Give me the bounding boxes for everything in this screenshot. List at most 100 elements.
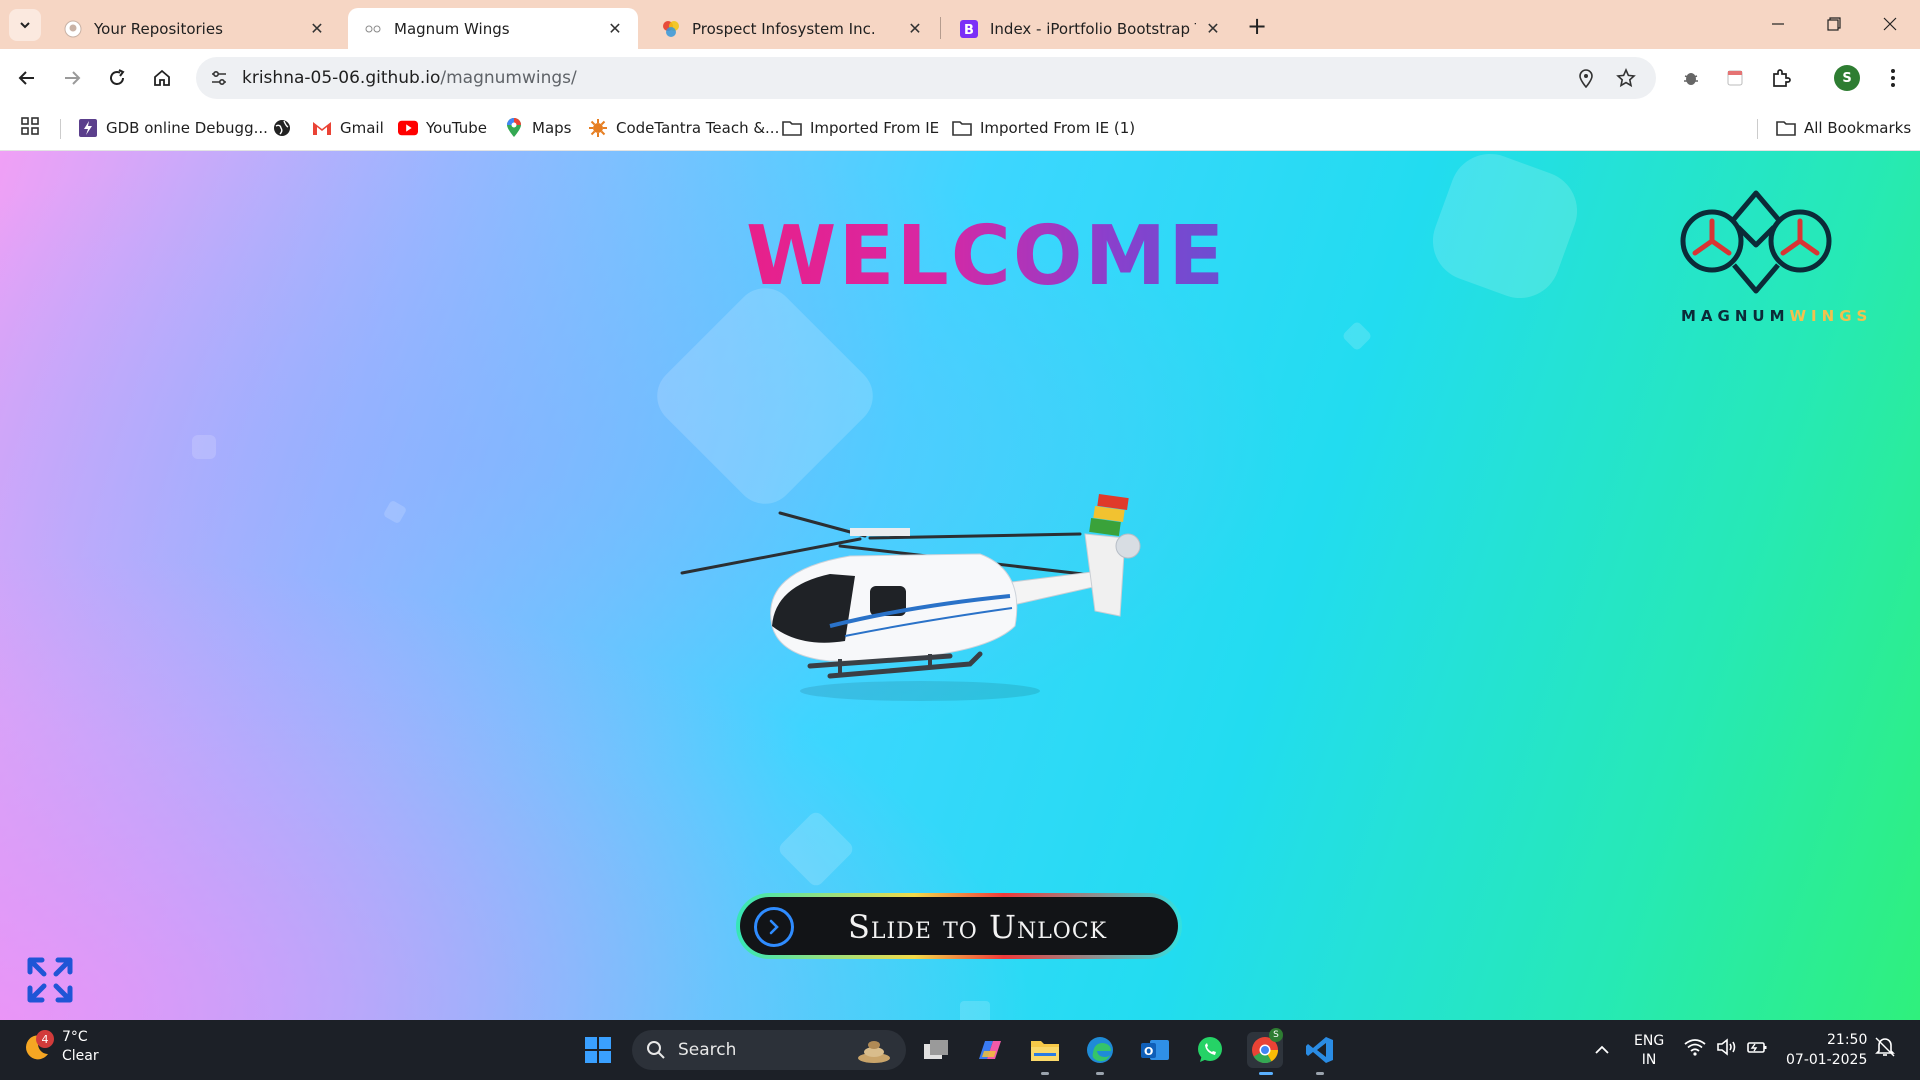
profile-avatar[interactable]: S bbox=[1834, 65, 1860, 91]
language-indicator[interactable]: ENG IN bbox=[1634, 1032, 1664, 1070]
outlook-icon: O bbox=[1141, 1040, 1169, 1060]
tab-magnum-wings[interactable]: Magnum Wings ✕ bbox=[348, 8, 638, 49]
bookmark-folder-ie-1[interactable]: Imported From IE (1) bbox=[952, 116, 1135, 140]
tab-separator bbox=[940, 17, 941, 39]
chrome-button[interactable]: S bbox=[1247, 1028, 1283, 1068]
bug-extension-icon[interactable] bbox=[1674, 61, 1708, 95]
extensions-puzzle-icon[interactable] bbox=[1764, 61, 1798, 95]
tab-search-button[interactable] bbox=[9, 9, 41, 41]
back-button[interactable] bbox=[10, 61, 44, 95]
folder-icon bbox=[1031, 1041, 1059, 1061]
slide-to-unlock-slider[interactable]: Slide to Unlock bbox=[736, 893, 1182, 959]
globe-icon bbox=[272, 118, 292, 138]
more-menu-icon[interactable] bbox=[1876, 61, 1910, 95]
all-bookmarks-button[interactable]: All Bookmarks bbox=[1776, 116, 1911, 140]
bookmark-gdb[interactable]: GDB online Debugg... bbox=[78, 116, 268, 140]
bookmark-globe[interactable] bbox=[272, 116, 300, 140]
bookmark-label: Maps bbox=[532, 119, 572, 137]
search-label: Search bbox=[678, 1040, 737, 1060]
slider-label: Slide to Unlock bbox=[848, 908, 1108, 946]
wifi-icon[interactable] bbox=[1684, 1038, 1706, 1060]
battery-icon[interactable] bbox=[1746, 1038, 1768, 1060]
vscode-icon bbox=[1306, 1037, 1333, 1063]
bookmark-youtube[interactable]: YouTube bbox=[398, 116, 487, 140]
logo-wordmark: MAGNUMWINGS bbox=[1681, 307, 1872, 325]
codetantra-icon bbox=[588, 118, 608, 138]
bookmarks-divider bbox=[60, 119, 61, 139]
forward-button[interactable] bbox=[55, 61, 89, 95]
background-shape bbox=[776, 809, 856, 889]
tab-prospect-infosystem[interactable]: Prospect Infosystem Inc. ✕ bbox=[646, 8, 938, 49]
taskbar-search[interactable]: Search bbox=[632, 1030, 906, 1070]
start-button[interactable] bbox=[580, 1032, 616, 1068]
bookmark-folder-ie[interactable]: Imported From IE bbox=[782, 116, 939, 140]
magnum-wings-logo-icon bbox=[1680, 190, 1832, 294]
github-icon bbox=[64, 20, 82, 38]
tune-icon bbox=[212, 70, 226, 86]
page-viewport: WELCOME MAGNUMWINGS Slide to Unlock bbox=[0, 151, 1920, 1020]
tab-iportfolio[interactable]: B Index - iPortfolio Bootstrap Tem ✕ bbox=[944, 8, 1236, 49]
helicopter-image bbox=[680, 493, 1141, 701]
bookmark-star-icon[interactable] bbox=[1614, 66, 1638, 90]
folder-icon bbox=[1776, 118, 1796, 138]
restore-button[interactable] bbox=[1814, 8, 1854, 40]
outlook-button[interactable]: O bbox=[1137, 1032, 1173, 1068]
location-icon[interactable] bbox=[1574, 66, 1598, 90]
tab-your-repositories[interactable]: Your Repositories ✕ bbox=[48, 8, 340, 49]
edge-icon bbox=[1087, 1037, 1113, 1063]
bookmarks-bar: GDB online Debugg... Gmail YouTube Maps … bbox=[0, 106, 1920, 151]
address-bar[interactable]: krishna-05-06.github.io/magnumwings/ bbox=[196, 57, 1656, 99]
task-view-button[interactable] bbox=[918, 1032, 954, 1068]
edge-button[interactable] bbox=[1082, 1032, 1118, 1068]
bookmark-maps[interactable]: Maps bbox=[504, 116, 571, 140]
vscode-button[interactable] bbox=[1302, 1032, 1338, 1068]
whatsapp-button[interactable] bbox=[1192, 1032, 1228, 1068]
new-tab-button[interactable]: + bbox=[1243, 12, 1271, 40]
calendar-extension-icon[interactable] bbox=[1718, 61, 1752, 95]
weather-badge: 4 bbox=[36, 1030, 54, 1048]
system-clock[interactable]: 21:50 07-01-2025 bbox=[1786, 1030, 1867, 1070]
fullscreen-expand-icon[interactable] bbox=[26, 956, 74, 1004]
weather-widget[interactable]: 4 7°C Clear bbox=[22, 1028, 99, 1066]
task-view-icon bbox=[924, 1040, 948, 1059]
weather-description: Clear bbox=[62, 1048, 99, 1064]
minimize-button[interactable] bbox=[1758, 8, 1798, 40]
apps-grid-icon bbox=[20, 116, 40, 140]
close-icon[interactable]: ✕ bbox=[906, 19, 924, 38]
bookmarks-divider bbox=[1757, 119, 1758, 139]
home-button[interactable] bbox=[145, 61, 179, 95]
file-explorer-button[interactable] bbox=[1027, 1032, 1063, 1068]
close-icon[interactable]: ✕ bbox=[1204, 19, 1222, 38]
search-highlight-icon bbox=[858, 1041, 890, 1063]
chrome-profile-badge: S bbox=[1269, 1028, 1283, 1042]
colorful-logo-icon bbox=[662, 20, 680, 38]
close-icon bbox=[1883, 17, 1897, 31]
chevron-right-icon bbox=[769, 919, 779, 935]
copilot-button[interactable] bbox=[972, 1032, 1008, 1068]
bookmark-gmail[interactable]: Gmail bbox=[312, 116, 384, 140]
show-hidden-icons-button[interactable] bbox=[1584, 1032, 1620, 1068]
apps-button[interactable] bbox=[20, 116, 40, 140]
notifications-icon[interactable] bbox=[1874, 1036, 1896, 1062]
tab-title: Index - iPortfolio Bootstrap Tem bbox=[990, 19, 1196, 38]
volume-icon[interactable] bbox=[1716, 1038, 1738, 1060]
active-indicator bbox=[1259, 1072, 1273, 1075]
close-icon[interactable]: ✕ bbox=[308, 19, 326, 38]
running-indicator bbox=[1316, 1072, 1324, 1075]
close-window-button[interactable] bbox=[1870, 8, 1910, 40]
whatsapp-icon bbox=[1198, 1037, 1222, 1062]
close-icon[interactable]: ✕ bbox=[606, 19, 624, 38]
reload-button[interactable] bbox=[100, 61, 134, 95]
background-shape bbox=[1341, 320, 1373, 352]
site-icon bbox=[364, 20, 382, 38]
tab-strip: Your Repositories ✕ Magnum Wings ✕ Prosp… bbox=[0, 0, 1920, 49]
arrow-right-icon bbox=[65, 71, 81, 85]
background-shape bbox=[960, 1001, 990, 1020]
site-info-button[interactable] bbox=[204, 63, 234, 93]
windows-logo-icon bbox=[585, 1037, 611, 1063]
slider-handle[interactable] bbox=[754, 907, 794, 947]
bookmark-label: Imported From IE (1) bbox=[980, 119, 1136, 137]
bookmark-codetantra[interactable]: CodeTantra Teach &... bbox=[588, 116, 779, 140]
running-indicator bbox=[1096, 1072, 1104, 1075]
welcome-heading: WELCOME bbox=[746, 209, 1227, 304]
